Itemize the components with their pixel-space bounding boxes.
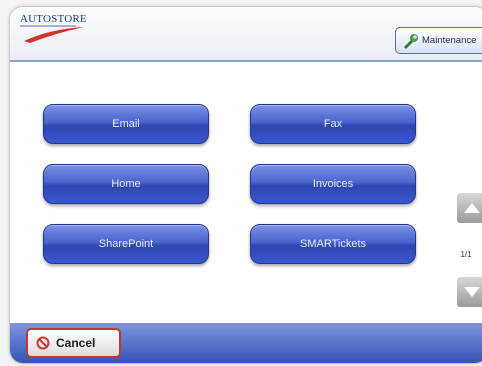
page-indicator: 1/1 (460, 250, 472, 259)
fax-label: Fax (323, 118, 343, 130)
invoices-button[interactable]: Invoices (250, 164, 416, 204)
smartickets-label: SMARTickets (299, 238, 366, 250)
scroll-down-icon (464, 287, 480, 297)
logo-swoosh (20, 25, 84, 43)
scroll-up-button[interactable] (457, 193, 482, 223)
sharepoint-button[interactable]: SharePoint (43, 224, 209, 264)
wrench-icon (404, 33, 418, 49)
maintenance-button[interactable]: Maintenance (395, 27, 482, 54)
scroll-down-button[interactable] (457, 277, 482, 307)
home-button[interactable]: Home (43, 164, 209, 204)
header-bar: AUTOSTORE Maintenance (10, 7, 482, 62)
invoices-label: Invoices (312, 178, 354, 190)
autostore-logo: AUTOSTORE (20, 13, 87, 43)
fax-button[interactable]: Fax (250, 104, 416, 144)
cancel-icon (36, 336, 50, 350)
sharepoint-label: SharePoint (98, 238, 154, 250)
app-window: AUTOSTORE Maintenance Email Fax Home Inv… (9, 6, 482, 364)
scroll-up-icon (464, 203, 480, 213)
footer-bar: Cancel (10, 323, 482, 363)
home-label: Home (111, 178, 141, 190)
cancel-label: Cancel (56, 336, 96, 350)
cancel-button[interactable]: Cancel (26, 328, 121, 358)
smartickets-button[interactable]: SMARTickets (250, 224, 416, 264)
email-label: Email (112, 118, 140, 130)
maintenance-label: Maintenance (422, 35, 477, 46)
email-button[interactable]: Email (43, 104, 209, 144)
